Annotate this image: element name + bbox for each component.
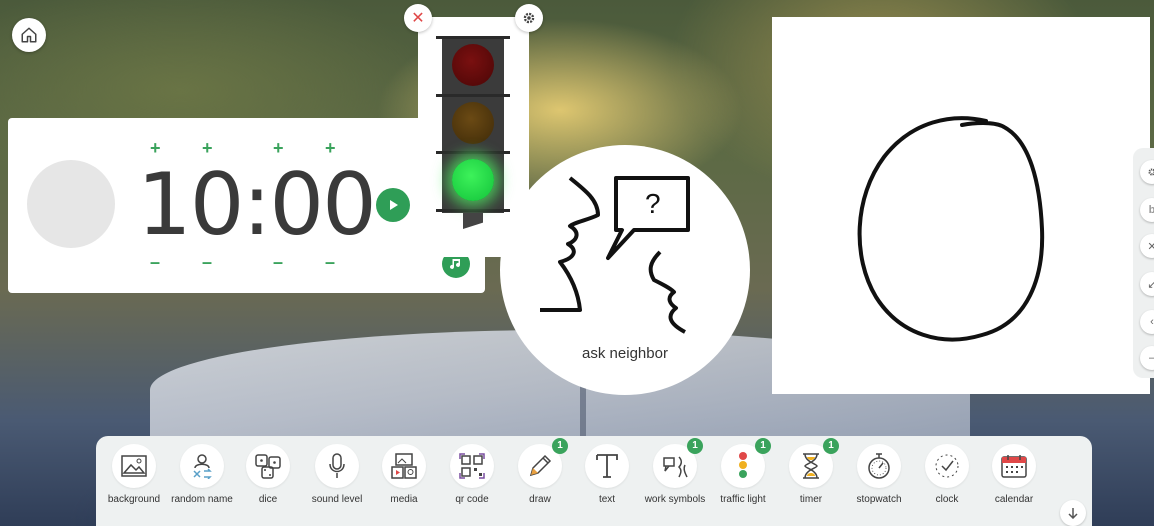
timer-seconds-ones-decrease[interactable]: – [325, 252, 335, 273]
image-icon [121, 455, 147, 477]
tool-label: traffic light [720, 494, 766, 505]
microphone-icon [329, 453, 345, 478]
tool-icon-wrap: 1 [721, 438, 771, 488]
traffic-light-bar [436, 209, 510, 212]
timer-minutes-tens-decrease[interactable]: – [150, 252, 160, 273]
timer-progress-circle [27, 160, 115, 248]
traffic-light-green-lamp[interactable] [452, 159, 494, 201]
stopwatch-icon [868, 453, 890, 479]
tool-work-symbols[interactable]: 1 work symbols [640, 438, 710, 505]
music-note-icon [450, 259, 460, 269]
tool-icon-wrap: 1 [653, 438, 703, 488]
tool-label: draw [529, 494, 551, 505]
question-mark: ? [645, 188, 661, 219]
traffic-light-bar [436, 151, 510, 154]
tool-icon-wrap [246, 444, 290, 488]
tool-label: qr code [455, 494, 489, 505]
timer-minutes-ones-decrease[interactable]: – [202, 252, 212, 273]
tool-clock[interactable]: clock [912, 444, 982, 505]
tool-stopwatch[interactable]: stopwatch [844, 444, 914, 505]
tool-random-name[interactable]: random name [167, 444, 237, 505]
tool-icon-wrap [180, 444, 224, 488]
traffic-light-close-button[interactable]: ✕ [404, 4, 432, 32]
tool-icon-wrap [315, 444, 359, 488]
timer-display: 10:00 [137, 155, 377, 255]
traffic-light-red-lamp[interactable] [452, 44, 494, 86]
home-icon [21, 27, 37, 43]
text-icon [596, 454, 618, 478]
tool-icon-wrap: 1 [789, 438, 839, 488]
arrow-down-icon [1068, 508, 1078, 519]
bold-icon: b [1148, 204, 1154, 216]
tool-draw[interactable]: 1 draw [505, 438, 575, 505]
timer-seconds-tens-increase[interactable]: + [273, 138, 284, 159]
work-symbols-icon [663, 456, 688, 478]
tool-label: media [390, 494, 418, 505]
tool-label: sound level [311, 494, 363, 505]
collapse-icon: ↙ [1147, 278, 1154, 291]
tool-icon-wrap [992, 444, 1036, 488]
work-symbols-count-badge: 1 [687, 438, 703, 454]
tool-timer[interactable]: 1 timer [776, 438, 846, 505]
gear-icon [523, 12, 535, 24]
tool-label: work symbols [644, 494, 706, 505]
play-icon [390, 200, 398, 210]
tool-icon-wrap [382, 444, 426, 488]
tool-qr-code[interactable]: qr code [437, 444, 507, 505]
traffic-light-settings-button[interactable] [515, 4, 543, 32]
toolbar-scroll-down-button[interactable] [1060, 500, 1086, 526]
tool-icon-wrap: 1 [518, 438, 568, 488]
traffic-light-yellow-lamp[interactable] [452, 102, 494, 144]
gear-icon [1148, 168, 1154, 176]
tool-traffic-light[interactable]: 1 traffic light [708, 438, 778, 505]
tool-media[interactable]: media [369, 444, 439, 505]
tool-calendar[interactable]: calendar [979, 444, 1049, 505]
tool-label: text [598, 494, 616, 505]
random-name-icon [193, 454, 212, 479]
tool-label: timer [799, 494, 823, 505]
tool-text[interactable]: text [572, 444, 642, 505]
home-button[interactable] [12, 18, 46, 52]
calendar-icon [1001, 455, 1027, 478]
ask-neighbor-label: ask neighbor [582, 345, 668, 362]
ask-neighbor-icon [540, 176, 690, 334]
tool-dice[interactable]: dice [233, 444, 303, 505]
tool-sound-level[interactable]: sound level [302, 444, 372, 505]
timer-minutes-ones-increase[interactable]: + [202, 138, 213, 159]
draw-count-badge: 1 [552, 438, 568, 454]
tool-label: dice [258, 494, 278, 505]
traffic-light-count-badge: 1 [755, 438, 771, 454]
media-icon [391, 453, 417, 479]
pencil-icon [529, 454, 552, 477]
timer-count-badge: 1 [823, 438, 839, 454]
tool-label: random name [171, 494, 233, 505]
qr-code-icon [459, 453, 485, 479]
timer-play-button[interactable] [376, 188, 410, 222]
tool-label: calendar [994, 494, 1034, 505]
close-icon: ✕ [1147, 240, 1154, 253]
timer-seconds-tens-decrease[interactable]: – [273, 252, 283, 273]
traffic-light-bar [436, 36, 510, 39]
clock-icon [935, 454, 959, 478]
tool-label: stopwatch [856, 494, 902, 505]
tool-icon-wrap [857, 444, 901, 488]
tool-icon-wrap [585, 444, 629, 488]
timer-seconds-ones-increase[interactable]: + [325, 138, 336, 159]
tool-background[interactable]: background [99, 444, 169, 505]
timer-minutes-tens-increase[interactable]: + [150, 138, 161, 159]
undo-icon: ‹ [1150, 316, 1154, 328]
tool-icon-wrap [925, 444, 969, 488]
drawn-circle-stroke [857, 116, 1045, 342]
hourglass-icon [803, 453, 819, 479]
tool-label: clock [935, 494, 959, 505]
dice-icon [255, 454, 281, 479]
tool-icon-wrap [112, 444, 156, 488]
traffic-light-icon [739, 452, 747, 478]
tool-label: background [107, 494, 161, 505]
traffic-light-bar [436, 94, 510, 97]
tool-icon-wrap [450, 444, 494, 488]
redo-icon: – [1149, 352, 1154, 364]
